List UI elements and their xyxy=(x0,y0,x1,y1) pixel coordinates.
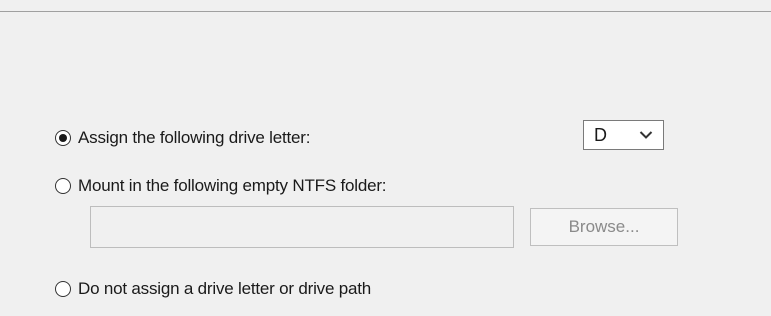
no-drive-letter-option[interactable]: Do not assign a drive letter or drive pa… xyxy=(55,279,371,299)
drive-letter-select[interactable]: D xyxy=(583,120,664,150)
mount-folder-radio[interactable] xyxy=(55,178,71,194)
no-drive-letter-label[interactable]: Do not assign a drive letter or drive pa… xyxy=(78,279,371,299)
assign-drive-letter-label[interactable]: Assign the following drive letter: xyxy=(78,128,310,148)
mount-folder-label[interactable]: Mount in the following empty NTFS folder… xyxy=(78,176,387,196)
top-divider xyxy=(0,11,771,12)
assign-drive-letter-radio[interactable] xyxy=(55,130,71,146)
mount-folder-option[interactable]: Mount in the following empty NTFS folder… xyxy=(55,176,387,196)
drive-letter-value: D xyxy=(594,124,607,145)
chevron-down-icon xyxy=(639,131,653,139)
browse-button[interactable]: Browse... xyxy=(530,208,678,246)
mount-path-input[interactable] xyxy=(90,206,514,248)
no-drive-letter-radio[interactable] xyxy=(55,281,71,297)
assign-drive-letter-option[interactable]: Assign the following drive letter: xyxy=(55,128,310,148)
drive-letter-panel: Assign the following drive letter: D Mou… xyxy=(0,0,771,316)
